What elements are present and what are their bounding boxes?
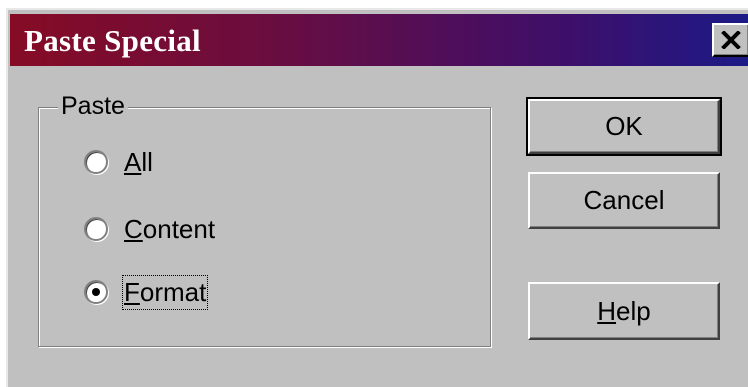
paste-group-label: Paste xyxy=(58,92,128,121)
help-button[interactable]: Help xyxy=(528,282,720,340)
ok-button[interactable]: OK xyxy=(526,97,722,156)
label-rest-all: ll xyxy=(141,146,153,177)
help-label-rest: elp xyxy=(616,295,651,326)
mnemonic-all: A xyxy=(124,146,142,177)
mnemonic-content: C xyxy=(124,213,143,244)
radio-button-content[interactable] xyxy=(84,217,108,241)
close-icon xyxy=(721,31,741,49)
radio-label-all: All xyxy=(124,147,153,178)
radio-option-content[interactable]: Content xyxy=(84,212,215,246)
mnemonic-format: F xyxy=(124,276,140,307)
radio-label-format: Format xyxy=(121,274,209,310)
radio-label-content: Content xyxy=(124,214,215,245)
radio-button-format[interactable] xyxy=(84,280,108,304)
cancel-button-label: Cancel xyxy=(583,185,665,215)
mnemonic-help: H xyxy=(597,295,617,326)
label-rest-format: ormat xyxy=(139,276,207,307)
radio-button-all[interactable] xyxy=(84,150,108,174)
dialog-title: Paste Special xyxy=(24,23,201,58)
close-button[interactable] xyxy=(712,23,748,57)
label-rest-content: ontent xyxy=(142,213,216,244)
help-button-label: Help xyxy=(597,296,650,327)
radio-option-format[interactable]: Format xyxy=(84,274,209,310)
radio-option-all[interactable]: All xyxy=(84,145,153,179)
cancel-button[interactable]: Cancel xyxy=(528,172,720,229)
ok-button-label: OK xyxy=(605,111,643,141)
title-bar: Paste Special xyxy=(10,14,748,66)
